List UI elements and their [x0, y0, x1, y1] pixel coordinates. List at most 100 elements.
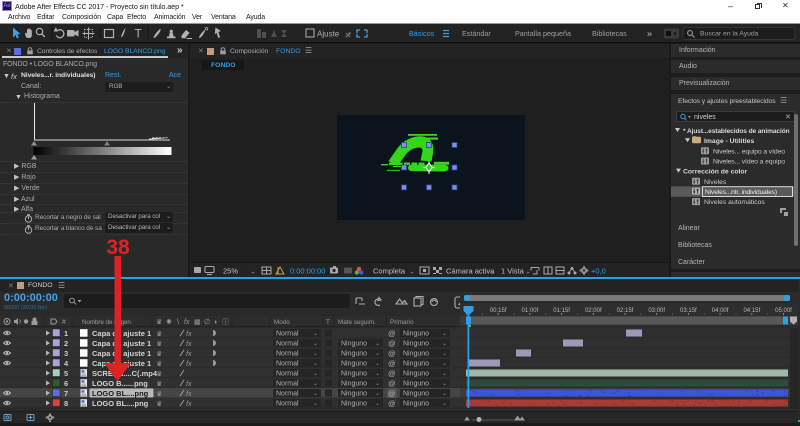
svg-text:⌄: ⌄	[442, 371, 447, 377]
svg-text:Ninguno: Ninguno	[341, 401, 367, 408]
svg-text:@: @	[388, 339, 396, 348]
svg-text:Niveles...ntr. individuales): Niveles...ntr. individuales)	[705, 189, 777, 196]
svg-text:7: 7	[64, 389, 68, 398]
svg-text:Buscar en la Ayuda: Buscar en la Ayuda	[700, 31, 759, 38]
svg-text:Ninguno: Ninguno	[341, 361, 367, 368]
svg-text:⌄: ⌄	[375, 371, 380, 377]
svg-text:Primario: Primario	[390, 319, 414, 326]
svg-text:⌄: ⌄	[375, 391, 380, 397]
svg-text:T: T	[326, 319, 330, 326]
svg-text:⌄: ⌄	[375, 401, 380, 407]
svg-text:Ninguno: Ninguno	[403, 341, 429, 348]
svg-text:∅: ∅	[204, 319, 210, 326]
svg-text:6: 6	[64, 379, 68, 388]
svg-text:Niveles... equipo a vídeo: Niveles... equipo a vídeo	[713, 148, 785, 155]
svg-text:Estándar: Estándar	[462, 29, 491, 38]
svg-text:T: T	[135, 27, 143, 41]
svg-text:⌄: ⌄	[375, 361, 380, 367]
svg-text:Image - Utilities: Image - Utilities	[704, 138, 754, 145]
svg-text:Cámara activa: Cámara activa	[446, 267, 495, 276]
svg-text:⌄: ⌄	[313, 351, 318, 357]
svg-text:fx: fx	[186, 351, 192, 358]
svg-text:▦: ▦	[194, 319, 201, 326]
svg-text:◑: ◑	[213, 319, 217, 326]
svg-text:⌄: ⌄	[442, 391, 447, 397]
svg-text:1: 1	[64, 329, 68, 338]
svg-text:+0,0: +0,0	[591, 267, 606, 276]
svg-text:3: 3	[64, 349, 68, 358]
svg-text:LOGO BL....png: LOGO BL....png	[92, 389, 149, 398]
svg-text:Ninguno: Ninguno	[341, 391, 367, 398]
svg-text:⌄: ⌄	[313, 371, 318, 377]
svg-text:Ninguno: Ninguno	[341, 381, 367, 388]
svg-text:@: @	[388, 389, 396, 398]
svg-text:⌄: ⌄	[313, 401, 318, 407]
svg-text:2: 2	[64, 339, 68, 348]
svg-text:fx: fx	[186, 331, 192, 338]
svg-text:♛: ♛	[156, 340, 162, 348]
svg-text:8: 8	[64, 399, 68, 408]
svg-text:⌄: ⌄	[375, 341, 380, 347]
svg-text:Normal: Normal	[276, 341, 299, 348]
svg-text:Normal: Normal	[276, 371, 299, 378]
svg-text:Ninguno: Ninguno	[403, 381, 429, 388]
svg-text:⌄: ⌄	[313, 361, 318, 367]
svg-text:⌄: ⌄	[442, 351, 447, 357]
svg-text:Niveles... vídeo a equipo: Niveles... vídeo a equipo	[713, 159, 785, 166]
svg-text:Normal: Normal	[276, 361, 299, 368]
svg-text:⌄: ⌄	[313, 341, 318, 347]
svg-text:\: \	[177, 319, 179, 326]
svg-text:♛: ♛	[156, 400, 162, 408]
svg-text:Modo: Modo	[274, 319, 290, 326]
svg-text:⌄: ⌄	[375, 381, 380, 387]
svg-text:Ninguno: Ninguno	[341, 341, 367, 348]
svg-text:⌄: ⌄	[313, 381, 318, 387]
svg-text:* Ajust...establecidos de anim: * Ajust...establecidos de animación	[683, 128, 790, 135]
svg-text:25%: 25%	[223, 267, 238, 276]
svg-text:Ajuste: Ajuste	[317, 30, 340, 39]
svg-text:@: @	[388, 329, 396, 338]
svg-text:Completa: Completa	[373, 267, 406, 276]
svg-text:Mate seguim.: Mate seguim.	[338, 319, 376, 326]
svg-text:⌄: ⌄	[313, 391, 318, 397]
svg-text:⌄: ⌄	[525, 269, 531, 276]
svg-text:Corrección de color: Corrección de color	[683, 169, 748, 176]
svg-text:⌄: ⌄	[250, 269, 256, 276]
svg-text:Ninguno: Ninguno	[341, 371, 367, 378]
svg-text:#: #	[62, 319, 66, 326]
svg-text:Normal: Normal	[276, 381, 299, 388]
svg-text:Ninguno: Ninguno	[403, 391, 429, 398]
svg-text:fx: fx	[186, 341, 192, 348]
svg-text:Ninguno: Ninguno	[403, 401, 429, 408]
svg-text:⌄: ⌄	[490, 269, 496, 276]
svg-text:⌄: ⌄	[442, 381, 447, 387]
svg-text:0:00:00:00: 0:00:00:00	[290, 267, 325, 276]
svg-text:Normal: Normal	[276, 351, 299, 358]
svg-text:♛: ♛	[156, 390, 162, 398]
svg-text:⌄: ⌄	[442, 361, 447, 367]
svg-text:»: »	[647, 29, 652, 39]
svg-text:♛: ♛	[156, 360, 162, 368]
svg-text:@: @	[388, 379, 396, 388]
svg-text:Ninguno: Ninguno	[403, 351, 429, 358]
svg-text:Ninguno: Ninguno	[341, 351, 367, 358]
svg-text:Ninguno: Ninguno	[403, 371, 429, 378]
svg-text:ⓘ: ⓘ	[222, 318, 229, 326]
svg-text:fx: fx	[184, 319, 190, 326]
svg-text:♛: ♛	[156, 330, 162, 338]
svg-text:@: @	[388, 359, 396, 368]
svg-text:@: @	[388, 399, 396, 408]
svg-text:⌄: ⌄	[375, 351, 380, 357]
svg-text:1 Vista: 1 Vista	[501, 267, 525, 276]
svg-text:♛: ♛	[156, 318, 162, 326]
svg-text:Normal: Normal	[276, 331, 299, 338]
svg-text:⌄: ⌄	[442, 401, 447, 407]
svg-text:LOGO BL....png: LOGO BL....png	[92, 399, 149, 408]
svg-text:Normal: Normal	[276, 401, 299, 408]
svg-text:♛: ♛	[156, 350, 162, 358]
svg-text:✺: ✺	[166, 318, 172, 326]
svg-text:Niveles: Niveles	[704, 179, 727, 186]
svg-text:Ninguno: Ninguno	[403, 331, 429, 338]
svg-text:fx: fx	[186, 391, 192, 398]
svg-text:⌄: ⌄	[313, 331, 318, 337]
